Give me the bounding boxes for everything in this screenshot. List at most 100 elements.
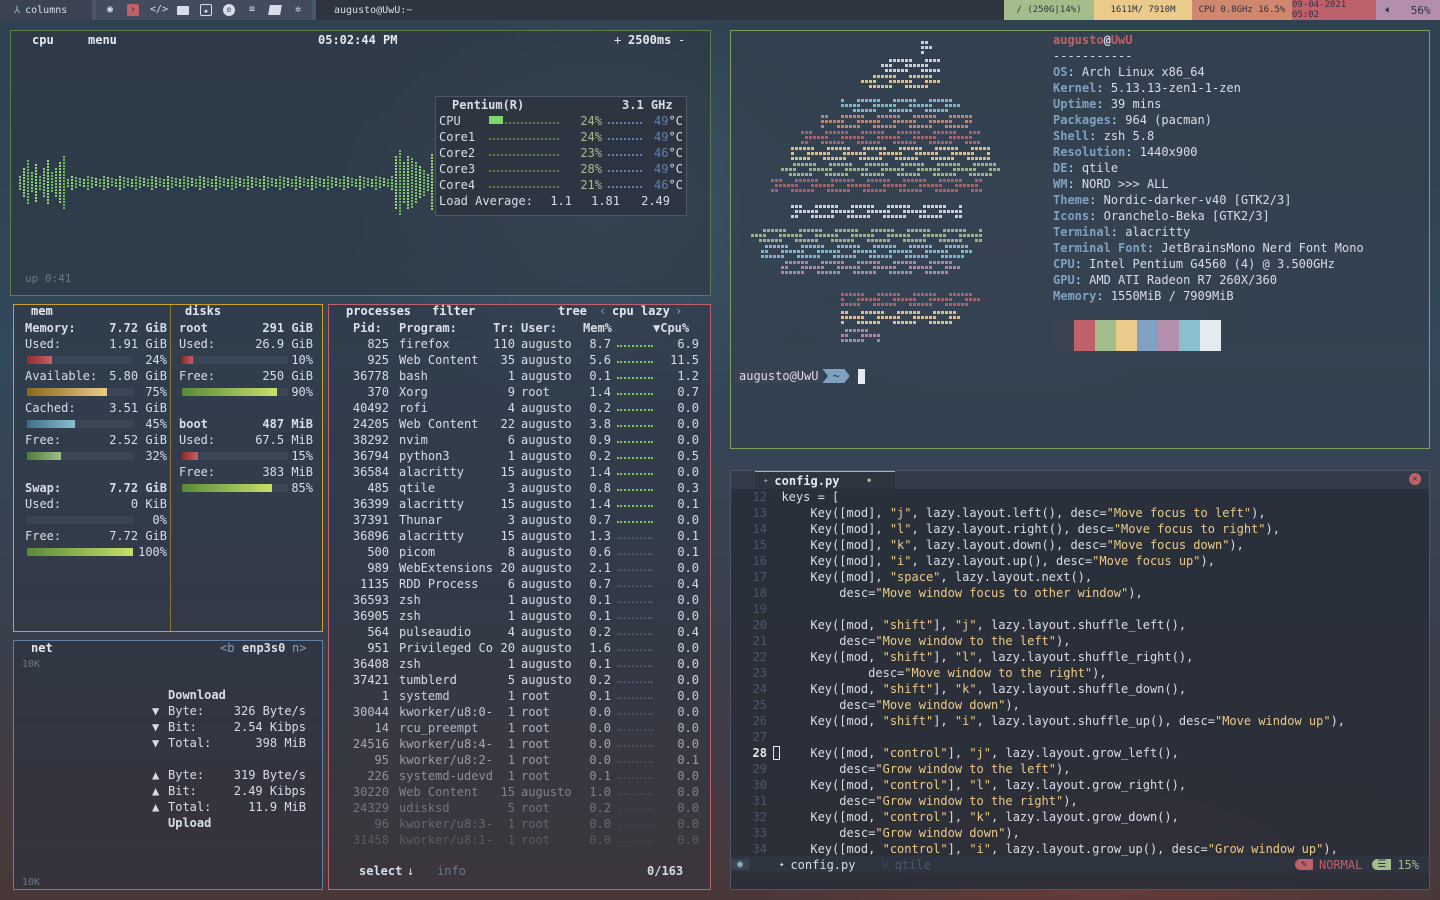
process-row[interactable]: 30044 kworker/u8:0- 1 root 0.0 0.0 (329, 704, 710, 720)
code-line[interactable]: 30 Key([mod, "control"], "l", lazy.layou… (731, 777, 1429, 793)
code-line[interactable]: 24 Key([mod, "shift"], "k", lazy.layout.… (731, 681, 1429, 697)
code-line[interactable]: 28 Key([mod, "control"], "j", lazy.layou… (731, 745, 1429, 761)
code-line[interactable]: 18 desc="Move window focus to other wind… (731, 585, 1429, 601)
logo-dot (835, 157, 838, 160)
process-row[interactable]: 500 picom 8 augusto 0.6 0.1 (329, 544, 710, 560)
database-icon[interactable]: ≡ (246, 4, 258, 16)
process-row[interactable]: 24205 Web Content 22 augusto 3.8 0.0 (329, 416, 710, 432)
process-row[interactable]: 37421 tumblerd 5 augusto 0.2 0.0 (329, 672, 710, 688)
select-label[interactable]: select (359, 863, 402, 879)
process-row[interactable]: 36896 alacritty 15 augusto 1.3 0.1 (329, 528, 710, 544)
update-interval[interactable]: 2500ms (625, 33, 674, 47)
col-threads[interactable]: Tr: (493, 320, 515, 336)
net-prev-button[interactable]: <b (220, 641, 234, 655)
layout-indicator[interactable]: ⅄ columns (0, 0, 92, 20)
process-row[interactable]: 925 Web Content 35 augusto 5.6 11.5 (329, 352, 710, 368)
process-row[interactable]: 14 rcu_preempt 1 root 0.0 0.0 (329, 720, 710, 736)
process-row[interactable]: 825 firefox 110 augusto 8.7 6.9 (329, 336, 710, 352)
logo-dot (853, 250, 856, 253)
logo-dot (921, 85, 924, 88)
process-row[interactable]: 36778 bash 1 augusto 0.1 1.2 (329, 368, 710, 384)
process-row[interactable]: 370 Xorg 9 root 1.4 0.7 (329, 384, 710, 400)
code-line[interactable]: 16 Key([mod], "i", lazy.layout.up(), des… (731, 553, 1429, 569)
process-row[interactable]: 951 Privileged Co 20 augusto 1.6 0.0 (329, 640, 710, 656)
code-line[interactable]: 33 desc="Grow window down"), (731, 825, 1429, 841)
code-area[interactable]: 12 keys = [13 Key([mod], "j", lazy.layou… (731, 489, 1429, 857)
code-line[interactable]: 23 desc="Move window to the right"), (731, 665, 1429, 681)
logo-dot (817, 266, 820, 269)
logo-dot (801, 261, 804, 264)
process-row[interactable]: 38292 nvim 6 augusto 0.9 0.0 (329, 432, 710, 448)
code-line[interactable]: 31 desc="Grow window to the right"), (731, 793, 1429, 809)
code-line[interactable]: 15 Key([mod], "k", lazy.layout.down(), d… (731, 537, 1429, 553)
shell-prompt[interactable]: augusto@UwU ~ (735, 368, 865, 384)
process-row[interactable]: 30220 Web Content 15 augusto 1.0 0.0 (329, 784, 710, 800)
code-icon[interactable]: </> (150, 4, 168, 16)
process-row[interactable]: 36905 zsh 1 augusto 0.1 0.0 (329, 608, 710, 624)
col-pid[interactable]: Pid: (353, 320, 382, 336)
close-icon[interactable]: ✕ (1409, 473, 1421, 485)
code-line[interactable]: 20 Key([mod, "shift"], "j", lazy.layout.… (731, 617, 1429, 633)
sort-next[interactable]: › (675, 304, 682, 318)
info-button[interactable]: info (437, 863, 466, 879)
code-line[interactable]: 34 Key([mod, "control"], "i", lazy.layou… (731, 841, 1429, 857)
process-row[interactable]: 31458 kworker/u8:1- 1 root 0.0 0.0 (329, 832, 710, 848)
process-row[interactable]: 564 pulseaudio 4 augusto 0.2 0.4 (329, 624, 710, 640)
code-line[interactable]: 26 Key([mod, "shift"], "i", lazy.layout.… (731, 713, 1429, 729)
col-user[interactable]: User: (521, 320, 557, 336)
logo-dot (861, 131, 864, 134)
filter-button[interactable]: filter (429, 304, 478, 318)
code-line[interactable]: 19 (731, 601, 1429, 617)
cpu-graph-dot (347, 183, 349, 185)
col-cpu[interactable]: ▼Cpu% (653, 320, 689, 336)
process-row[interactable]: 989 WebExtensions 20 augusto 2.1 0.0 (329, 560, 710, 576)
tree-toggle[interactable]: tree (555, 304, 590, 318)
cpu-graph-dot (187, 180, 189, 182)
nvim-editor[interactable]: ✦ config.py • ✕ 12 keys = [13 Key([mod],… (730, 470, 1430, 890)
code-line[interactable]: 22 Key([mod, "shift"], "l", lazy.layout.… (731, 649, 1429, 665)
notes-icon[interactable] (268, 5, 282, 15)
process-row[interactable]: 24329 udisksd 5 root 0.2 0.0 (329, 800, 710, 816)
code-line[interactable]: 32 Key([mod, "control"], "k", lazy.layou… (731, 809, 1429, 825)
process-row[interactable]: 1 systemd 1 root 0.1 0.0 (329, 688, 710, 704)
col-mem[interactable]: Mem% (583, 320, 612, 336)
code-line[interactable]: 29 desc="Grow window to the left"), (731, 761, 1429, 777)
process-row[interactable]: 226 systemd-udevd 1 root 0.1 0.0 (329, 768, 710, 784)
neofetch-terminal[interactable]: augusto@UwU ----------- augusto@UwU ~ OS… (730, 30, 1430, 449)
code-line[interactable]: 25 desc="Move window down"), (731, 697, 1429, 713)
interval-increase[interactable]: + (611, 33, 624, 47)
code-line[interactable]: 14 Key([mod], "l", lazy.layout.right(), … (731, 521, 1429, 537)
process-row[interactable]: 36408 zsh 1 augusto 0.1 0.0 (329, 656, 710, 672)
code-line[interactable]: 27 (731, 729, 1429, 745)
terminal-icon[interactable]: › (127, 4, 139, 16)
code-line[interactable]: 13 Key([mod], "j", lazy.layout.left(), d… (731, 505, 1429, 521)
process-row[interactable]: 485 qtile 3 augusto 0.8 0.3 (329, 480, 710, 496)
process-row[interactable]: 96 kworker/u8:3- 1 root 0.0 0.0 (329, 816, 710, 832)
net-next-button[interactable]: n> (292, 641, 306, 655)
process-row[interactable]: 1135 RDD Process 6 augusto 0.7 0.4 (329, 576, 710, 592)
chat-icon[interactable]: ▪ (200, 4, 212, 16)
logo-dot (869, 255, 872, 258)
process-row[interactable]: 36399 alacritty 15 augusto 1.4 0.1 (329, 496, 710, 512)
process-row[interactable]: 36584 alacritty 15 augusto 1.4 0.0 (329, 464, 710, 480)
folder-icon[interactable] (177, 5, 189, 15)
browser-icon[interactable]: e (223, 4, 235, 16)
code-line[interactable]: 17 Key([mod], "space", lazy.layout.next(… (731, 569, 1429, 585)
code-line[interactable]: 21 desc="Move window to the left"), (731, 633, 1429, 649)
sort-mode[interactable]: cpu lazy (609, 304, 673, 318)
process-row[interactable]: 95 kworker/u8:2- 1 root 0.0 0.1 (329, 752, 710, 768)
code-line[interactable]: 12 keys = [ (731, 489, 1429, 505)
menu-button[interactable]: menu (85, 33, 120, 47)
process-row[interactable]: 40492 rofi 4 augusto 0.2 0.0 (329, 400, 710, 416)
firefox-icon[interactable]: ◉ (104, 4, 116, 16)
sort-prev[interactable]: ‹ (599, 304, 606, 318)
interval-decrease[interactable]: - (675, 33, 688, 47)
tab-config-py[interactable]: ✦ config.py • (755, 471, 895, 489)
col-program[interactable]: Program: (399, 320, 457, 336)
process-row[interactable]: 24516 kworker/u8:4- 1 root 0.0 0.0 (329, 736, 710, 752)
process-row[interactable]: 37391 Thunar 3 augusto 0.7 0.0 (329, 512, 710, 528)
process-row[interactable]: 36593 zsh 1 augusto 0.1 0.0 (329, 592, 710, 608)
settings-icon[interactable]: ✲ (292, 4, 304, 16)
volume-widget[interactable]: 🔈︎ 56% (1376, 0, 1440, 20)
process-row[interactable]: 36794 python3 1 augusto 0.2 0.5 (329, 448, 710, 464)
